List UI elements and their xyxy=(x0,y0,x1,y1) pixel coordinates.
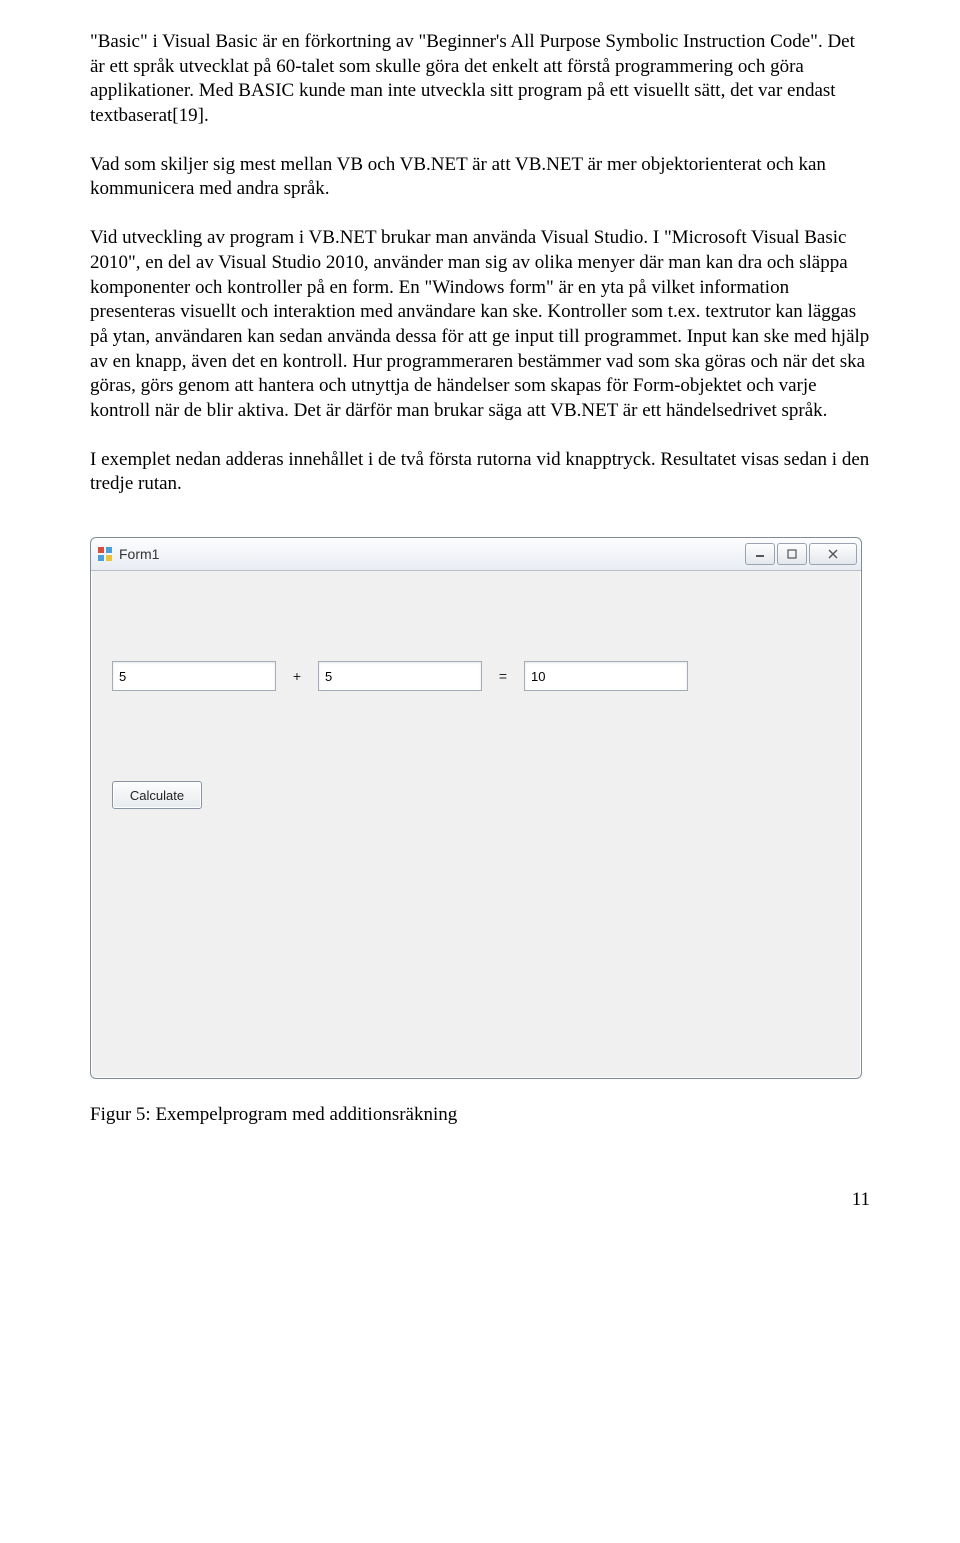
minimize-button[interactable] xyxy=(745,543,775,565)
operand1-input[interactable] xyxy=(112,661,276,691)
window-titlebar: Form1 xyxy=(91,538,861,571)
calculate-button[interactable]: Calculate xyxy=(112,781,202,809)
paragraph-3: Vid utveckling av program i VB.NET bruka… xyxy=(90,226,870,424)
paragraph-2: Vad som skiljer sig mest mellan VB och V… xyxy=(90,153,870,202)
inputs-row: + = xyxy=(112,661,688,691)
maximize-icon xyxy=(787,549,797,559)
paragraph-4: I exemplet nedan adderas innehållet i de… xyxy=(90,448,870,497)
close-icon xyxy=(827,548,839,560)
minimize-icon xyxy=(755,549,765,559)
window-title: Form1 xyxy=(119,545,159,563)
button-row: Calculate xyxy=(112,781,202,809)
paragraph-1: "Basic" i Visual Basic är en förkortning… xyxy=(90,30,870,129)
window-client-area: + = Calculate xyxy=(92,571,860,1077)
example-window: Form1 + = xyxy=(90,537,862,1079)
maximize-button[interactable] xyxy=(777,543,807,565)
plus-label: + xyxy=(290,667,304,685)
document-page: "Basic" i Visual Basic är en förkortning… xyxy=(0,0,960,1242)
app-icon xyxy=(97,546,113,562)
equals-label: = xyxy=(496,667,510,685)
operand2-input[interactable] xyxy=(318,661,482,691)
result-input[interactable] xyxy=(524,661,688,691)
page-number: 11 xyxy=(90,1188,870,1213)
figure-caption: Figur 5: Exempelprogram med additionsräk… xyxy=(90,1103,870,1128)
close-button[interactable] xyxy=(809,543,857,565)
